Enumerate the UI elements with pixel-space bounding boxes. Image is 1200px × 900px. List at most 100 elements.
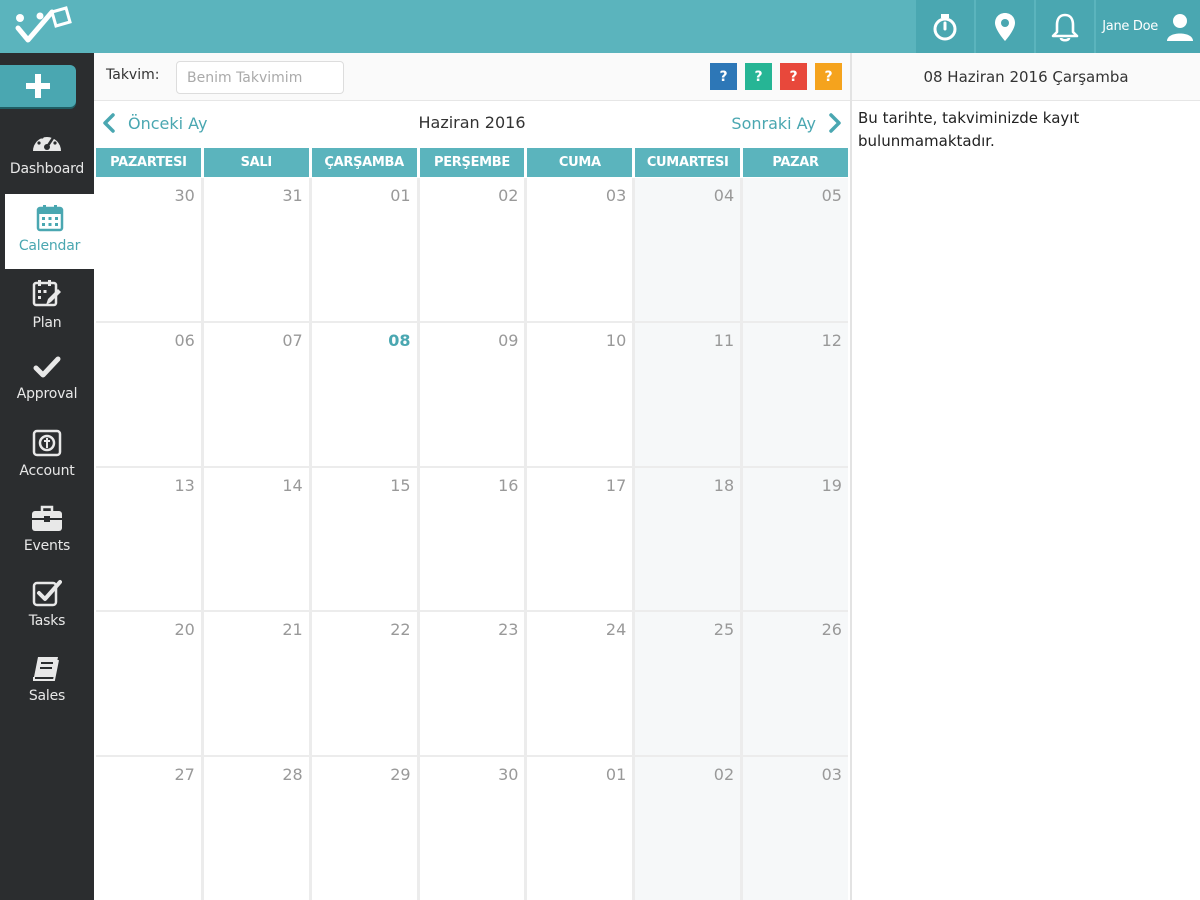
add-button[interactable] [0,65,76,107]
day-number: 09 [498,330,519,350]
calendar-day-cell[interactable]: 26 [743,612,848,756]
user-menu[interactable]: Jane Doe [1096,0,1200,53]
day-number: 23 [498,620,519,640]
calendar-day-cell[interactable]: 06 [96,322,201,466]
calendar-day-cell[interactable]: 28 [203,757,309,900]
calendar-day-cell[interactable]: 29 [311,757,417,900]
dashboard-icon [33,133,61,151]
calendar-day-cell[interactable]: 23 [419,612,525,756]
sidebar-item-label: Plan [32,315,62,331]
book-icon [33,657,59,681]
calendar-day-cell[interactable]: 30 [419,757,525,900]
sidebar-item-label: Sales [28,688,66,704]
day-number: 03 [605,186,627,205]
calendar-day-cell[interactable]: 02 [419,178,525,321]
day-number: 07 [282,330,303,350]
calendar-day-cell[interactable]: 10 [527,322,633,466]
help-button-orange[interactable]: ? [815,63,842,90]
weekday-label: CUMARTESI [635,148,741,177]
top-bar: Jane Doe [0,0,1200,53]
weekday-header: PAZARTESI SALI ÇARŞAMBA PERŞEMBE CUMA CU… [96,148,848,177]
sidebar-item-tasks[interactable]: Tasks [0,569,94,644]
stopwatch-button[interactable] [916,0,974,53]
checkmark-icon [33,356,61,378]
day-number: 19 [821,475,842,495]
weekday-label: ÇARŞAMBA [311,148,417,177]
month-navigation: Haziran 2016 Önceki Ay Sonraki Ay [94,101,850,147]
calendar-filter-bar: Takvim: ? ? ? ? [94,53,850,101]
calendar-day-cell[interactable]: 12 [743,322,848,466]
calendar-day-cell[interactable]: 15 [311,467,417,611]
day-detail-panel: 08 Haziran 2016 Çarşamba Bu tarihte, tak… [850,53,1200,900]
top-actions: Jane Doe [914,0,1200,53]
day-number: 24 [605,620,627,640]
calendar-icon [36,205,63,232]
no-events-message: Bu tarihte, takviminizde kayıt bulunmama… [858,109,1080,150]
sidebar-nav: Dashboard Calendar Plan Approval Account… [0,119,94,719]
notifications-button[interactable] [1036,0,1094,53]
calendar-day-cell[interactable]: 19 [743,467,848,611]
calendar-day-cell[interactable]: 01 [311,178,417,321]
day-number: 17 [605,475,627,495]
sidebar-item-calendar[interactable]: Calendar [5,194,94,269]
calendar-day-cell[interactable]: 22 [311,612,417,756]
calendar-select-input[interactable] [176,61,344,94]
day-number: 26 [821,620,842,640]
day-number: 28 [282,765,303,785]
previous-month-button[interactable]: Önceki Ay [102,113,208,133]
calendar-day-cell[interactable]: 04 [635,178,741,321]
calendar-day-cell[interactable]: 14 [203,467,309,611]
weekday-label: PAZARTESI [96,148,201,177]
briefcase-icon [32,505,62,531]
location-button[interactable] [976,0,1034,53]
calendar-day-cell[interactable]: 20 [96,612,201,756]
sidebar-item-dashboard[interactable]: Dashboard [0,119,94,194]
day-number: 30 [498,765,519,785]
calendar-day-cell[interactable]: 01 [527,757,633,900]
sidebar-item-account[interactable]: Account [0,419,94,494]
calendar-day-cell[interactable]: 08 [311,322,417,466]
calendar-day-cell[interactable]: 09 [419,322,525,466]
day-number: 22 [390,620,411,640]
calendar-day-cell[interactable]: 30 [96,178,201,321]
day-number: 25 [713,620,735,640]
calendar-day-cell[interactable]: 07 [203,322,309,466]
calendar-day-cell[interactable]: 02 [635,757,741,900]
next-month-button[interactable]: Sonraki Ay [731,113,842,133]
user-icon [1167,13,1193,41]
previous-month-label: Önceki Ay [128,113,208,133]
calendar-day-cell[interactable]: 16 [419,467,525,611]
calendar-grid: 30 31 01 02 03 04 05 06 07 08 09 10 11 12 13 14 15 16 17 18… [96,178,848,900]
calendar-day-cell[interactable]: 31 [203,178,309,321]
help-button-red[interactable]: ? [780,63,807,90]
calendar-day-cell[interactable]: 03 [527,178,633,321]
calendar-day-cell[interactable]: 18 [635,467,741,611]
help-button-blue[interactable]: ? [710,63,737,90]
selected-date-title: 08 Haziran 2016 Çarşamba [852,53,1200,101]
day-number: 01 [605,765,627,785]
sidebar-item-plan[interactable]: Plan [0,269,94,344]
sidebar: Dashboard Calendar Plan Approval Account… [0,53,94,900]
sidebar-item-approval[interactable]: Approval [0,344,94,419]
calendar-day-cell[interactable]: 25 [635,612,741,756]
stopwatch-icon [933,13,957,40]
sidebar-item-events[interactable]: Events [0,494,94,569]
app-logo[interactable] [12,4,74,50]
day-number: 15 [390,475,411,495]
sidebar-item-sales[interactable]: Sales [0,644,94,719]
calendar-day-cell[interactable]: 17 [527,467,633,611]
calendar-day-cell[interactable]: 11 [635,322,741,466]
chevron-right-icon [829,113,841,133]
calendar-day-cell[interactable]: 24 [527,612,633,756]
day-number: 30 [174,186,195,205]
help-button-green[interactable]: ? [745,63,772,90]
weekday-label: PERŞEMBE [419,148,525,177]
next-month-label: Sonraki Ay [731,113,816,133]
checkbox-icon [32,580,62,607]
weekday-label: PAZAR [743,148,848,177]
calendar-day-cell[interactable]: 03 [743,757,848,900]
calendar-day-cell[interactable]: 21 [203,612,309,756]
calendar-day-cell[interactable]: 13 [96,467,201,611]
calendar-day-cell[interactable]: 27 [96,757,201,900]
calendar-day-cell[interactable]: 05 [743,178,848,321]
